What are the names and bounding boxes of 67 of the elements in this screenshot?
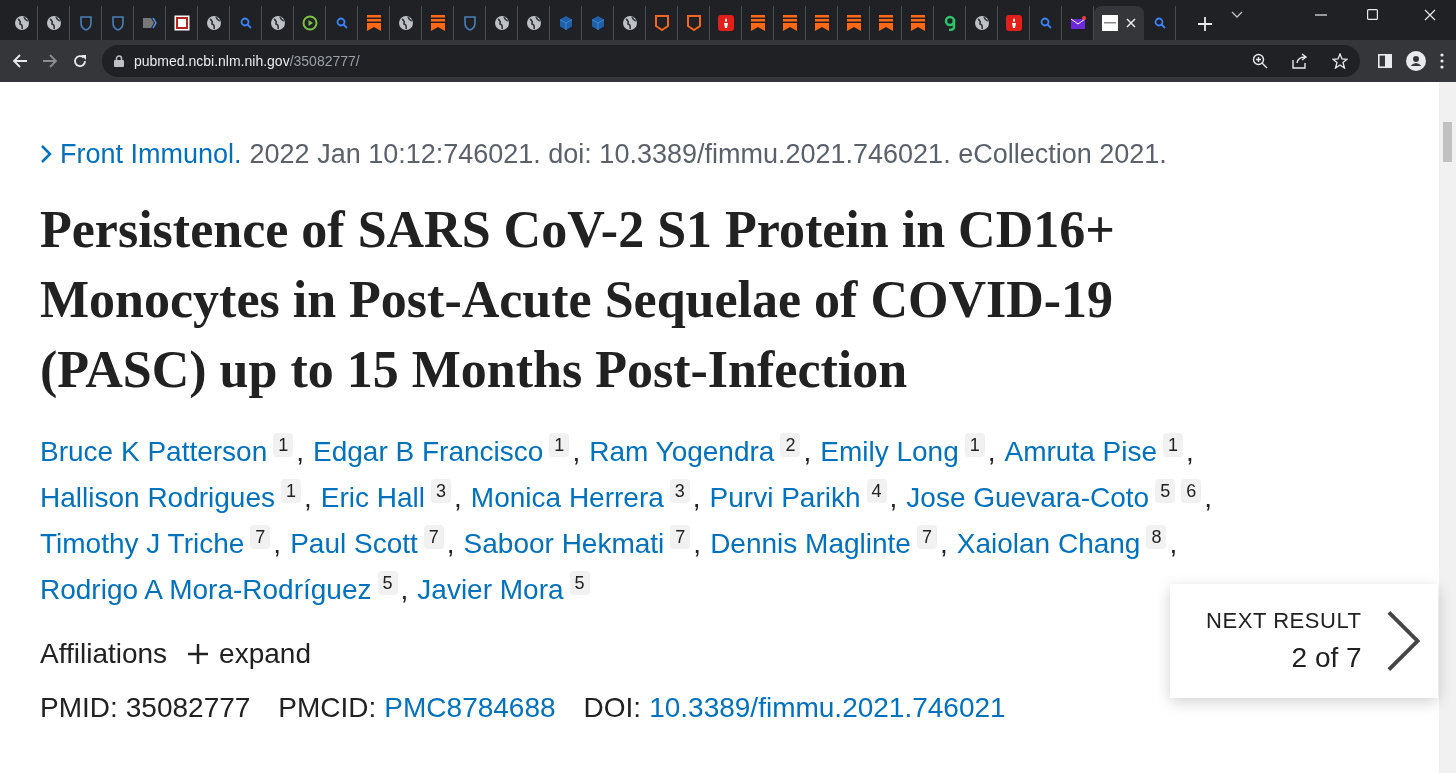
affiliation-number[interactable]: 7	[423, 524, 444, 549]
author-link[interactable]: Rodrigo A Mora-Rodríguez	[40, 566, 372, 613]
identifier-link[interactable]: PMC8784688	[384, 686, 556, 729]
affiliation-number[interactable]: 4	[866, 478, 887, 503]
separator-text: ,	[296, 434, 305, 469]
affiliation-number[interactable]: 3	[431, 478, 452, 503]
affiliations-label: Affiliations	[40, 636, 168, 671]
author-link[interactable]: Amruta Pise	[1004, 428, 1158, 475]
author-link[interactable]: Paul Scott	[290, 520, 418, 567]
author-link[interactable]: Hallison Rodrigues	[40, 474, 275, 521]
affiliation-number[interactable]: 3	[669, 478, 690, 503]
author-link[interactable]: Edgar B Francisco	[313, 428, 544, 475]
author-link[interactable]: Emily Long	[820, 428, 959, 475]
affiliation-number[interactable]: 1	[281, 478, 302, 503]
expand-button[interactable]: expand	[187, 632, 311, 675]
url-text: pubmed.ncbi.nlm.nih.gov/35082777/	[134, 51, 360, 71]
affiliation-number[interactable]: 5	[1155, 478, 1176, 503]
author-link[interactable]: Javier Mora	[417, 566, 564, 613]
separator-text: ,	[987, 434, 996, 469]
author-link[interactable]: Timothy J Triche	[40, 520, 245, 567]
author-link[interactable]: Jose Guevara-Coto	[906, 474, 1150, 521]
author-link[interactable]: Dennis Maglinte	[710, 520, 911, 567]
separator-text: ,	[273, 526, 282, 561]
affiliation-number[interactable]: 1	[273, 432, 294, 457]
next-result-card[interactable]: NEXT RESULT 2 of 7	[1170, 584, 1438, 698]
affiliation-number[interactable]: 5	[569, 570, 590, 595]
author-link[interactable]: Xaiolan Chang	[956, 520, 1141, 567]
identifier-label: PMID:	[40, 690, 118, 725]
separator-text: ,	[572, 434, 581, 469]
affiliation-number[interactable]: 2	[780, 432, 801, 457]
separator-text: ,	[304, 480, 312, 515]
separator-text: ,	[889, 480, 898, 515]
result-position: 2 of 7	[1291, 640, 1362, 675]
article-title: Persistence of SARS CoV-2 S1 Protein in CD16+ Monocytes in Post-Acute Sequelae of COVID-19 (PASC) up to 15 Months Post-Infection	[40, 199, 1116, 400]
journal-link[interactable]: Front Immunol.	[60, 134, 242, 175]
author-link[interactable]: Eric Hall	[320, 474, 426, 521]
affiliation-number[interactable]: 8	[1146, 524, 1167, 549]
separator-text: ,	[446, 526, 455, 561]
separator-text: ,	[1169, 526, 1178, 561]
identifier-link[interactable]: 10.3389/fimmu.2021.746021	[649, 686, 1006, 729]
separator-text: ,	[693, 526, 702, 561]
next-result-label: NEXT RESULT	[1206, 606, 1362, 635]
identifier-label: PMCID:	[278, 690, 377, 725]
author-link[interactable]: Ram Yogendra	[589, 428, 775, 475]
separator-text: ,	[692, 480, 701, 515]
identifier-value: 35082777	[125, 690, 251, 725]
identifier-label: DOI:	[583, 690, 642, 725]
affiliation-number[interactable]: 1	[549, 432, 570, 457]
separator-text: ,	[454, 480, 462, 515]
affiliation-number[interactable]: 5	[377, 570, 398, 595]
separator-text: ,	[803, 434, 812, 469]
affiliation-number[interactable]: 7	[916, 524, 937, 549]
affiliation-number[interactable]: 1	[1163, 432, 1184, 457]
author-link[interactable]: Saboor Hekmati	[463, 520, 665, 567]
address-bar[interactable]: pubmed.ncbi.nlm.nih.gov/35082777/	[102, 45, 1360, 77]
citation-text: 2022 Jan 10:12:746021. doi: 10.3389/fimmu.2021.746021. eCollection 2021.	[249, 138, 1167, 171]
separator-text: ,	[939, 526, 948, 561]
author-link[interactable]: Monica Herrera	[470, 474, 664, 521]
affiliation-number[interactable]: 6	[1181, 478, 1202, 503]
separator-text: ,	[1186, 434, 1194, 469]
affiliation-number[interactable]: 1	[964, 432, 985, 457]
affiliation-number[interactable]: 7	[670, 524, 691, 549]
author-link[interactable]: Purvi Parikh	[709, 474, 861, 521]
separator-text: ,	[1204, 480, 1212, 515]
affiliation-number[interactable]: 7	[250, 524, 271, 549]
separator-text: ,	[400, 572, 409, 607]
author-link[interactable]: Bruce K Patterson	[40, 428, 268, 475]
